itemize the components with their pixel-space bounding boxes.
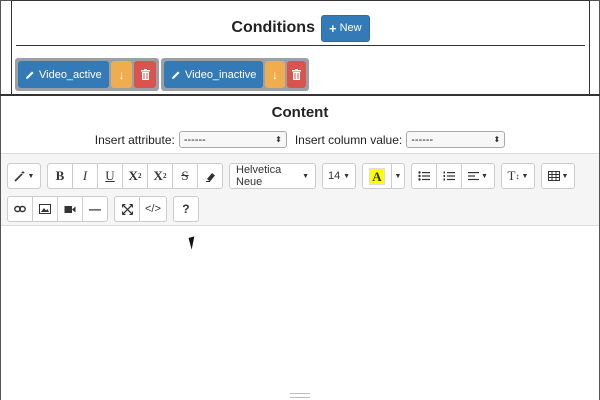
- condition-item: Video_inactive ↓: [161, 58, 309, 91]
- section-divider: [0, 94, 600, 96]
- resize-handle[interactable]: [290, 393, 310, 398]
- fullscreen-button[interactable]: [114, 196, 140, 222]
- unordered-list-button[interactable]: [411, 163, 437, 189]
- pencil-icon: [26, 71, 34, 79]
- picture-button[interactable]: [32, 196, 58, 222]
- eraser-button[interactable]: [197, 163, 223, 189]
- superscript-button[interactable]: X2: [122, 163, 148, 189]
- list-ul-icon: [418, 171, 430, 181]
- magic-icon: [13, 170, 25, 182]
- pencil-icon: [172, 71, 180, 79]
- condition-label: Video_active: [39, 68, 102, 81]
- superscript-label: X: [128, 168, 138, 183]
- delete-condition-button[interactable]: [286, 61, 306, 88]
- ordered-list-button[interactable]: [436, 163, 462, 189]
- delete-condition-button[interactable]: [134, 61, 156, 88]
- content-title: Content: [271, 104, 329, 121]
- help-button[interactable]: ?: [172, 196, 199, 222]
- minus-icon: —: [89, 202, 101, 216]
- eraser-icon: [205, 172, 215, 182]
- updown-icon: ⬍: [493, 135, 501, 144]
- underline-button[interactable]: U: [97, 163, 123, 189]
- code-icon: </>: [145, 203, 161, 215]
- caret-icon: ▼: [521, 172, 529, 180]
- trash-icon: [291, 69, 301, 80]
- list-group: ▼: [411, 163, 495, 189]
- subscript-label: X: [153, 168, 163, 183]
- table-icon: [547, 171, 560, 181]
- arrow-down-icon: ↓: [272, 67, 279, 82]
- move-down-button[interactable]: ↓: [265, 61, 285, 88]
- arrow-down-icon: ↓: [118, 67, 125, 82]
- conditions-panel: Conditions + New Video_active ↓ Video_in…: [11, 0, 590, 94]
- line-height-label: T: [507, 168, 516, 183]
- updown-icon: ⬍: [275, 135, 282, 144]
- insert-attribute-select[interactable]: ------ ⬍: [178, 131, 287, 148]
- new-condition-button[interactable]: + New: [320, 14, 370, 42]
- bold-button[interactable]: B: [47, 163, 73, 189]
- font-size-value: 14: [328, 170, 341, 182]
- fullscreen-icon: [121, 203, 133, 215]
- italic-button[interactable]: I: [72, 163, 98, 189]
- line-height-dropdown[interactable]: T ↕ ▼: [501, 163, 535, 189]
- font-size-dropdown[interactable]: 14 ▼: [322, 163, 356, 189]
- editor-area[interactable]: [1, 227, 599, 400]
- insert-attribute-value: ------: [183, 133, 206, 146]
- insert-column-label: Insert column value:: [294, 132, 403, 147]
- picture-icon: [39, 204, 51, 214]
- insert-column-select[interactable]: ------ ⬍: [406, 131, 506, 148]
- style-group: ▼: [7, 163, 41, 189]
- list-ol-icon: [443, 171, 455, 181]
- condition-item: Video_active ↓: [15, 58, 159, 91]
- link-button[interactable]: [7, 196, 33, 222]
- insert-group: —: [7, 196, 108, 222]
- color-dropdown[interactable]: ▼: [391, 163, 405, 189]
- caret-icon: ▼: [343, 172, 350, 180]
- subscript-button[interactable]: X2: [147, 163, 173, 189]
- conditions-divider: [16, 45, 585, 46]
- view-group: </>: [114, 196, 167, 222]
- video-button[interactable]: [57, 196, 83, 222]
- text-color-button[interactable]: A: [362, 163, 392, 189]
- line-height-group: T ↕ ▼: [501, 163, 535, 189]
- color-letter: A: [369, 167, 385, 185]
- help-group: ?: [172, 196, 199, 222]
- font-name-group: Helvetica Neue ▼: [229, 163, 316, 189]
- edit-condition-button[interactable]: Video_inactive: [164, 61, 264, 88]
- caret-icon: ▼: [394, 172, 402, 180]
- link-icon: [14, 205, 26, 213]
- insert-row: Insert attribute: ------ ⬍ Insert column…: [0, 131, 600, 148]
- editor-toolbar: ▼ B I U X2 X2 S Helvetica Neue ▼ 14 ▼ A …: [1, 153, 599, 226]
- conditions-header: Conditions + New: [12, 13, 589, 43]
- edit-condition-button[interactable]: Video_active: [18, 61, 109, 88]
- strikethrough-button[interactable]: S: [172, 163, 198, 189]
- font-size-group: 14 ▼: [322, 163, 356, 189]
- toolbar-row: — </> ?: [7, 196, 205, 222]
- insert-column-value: ------: [411, 133, 434, 146]
- font-name-dropdown[interactable]: Helvetica Neue ▼: [229, 163, 316, 189]
- caret-icon: ▼: [302, 172, 309, 180]
- color-group: A ▼: [362, 163, 405, 189]
- horizontal-rule-button[interactable]: —: [82, 196, 108, 222]
- toolbar-row: ▼ B I U X2 X2 S Helvetica Neue ▼ 14 ▼ A …: [7, 163, 581, 189]
- code-view-button[interactable]: </>: [139, 196, 167, 222]
- table-group: ▼: [541, 163, 575, 189]
- paragraph-align-dropdown[interactable]: ▼: [461, 163, 495, 189]
- align-left-icon: [468, 172, 480, 181]
- conditions-title: Conditions: [231, 19, 315, 36]
- trash-icon: [140, 69, 150, 80]
- caret-icon: ▼: [27, 172, 35, 180]
- font-style-group: B I U X2 X2 S: [47, 163, 223, 189]
- style-dropdown[interactable]: ▼: [7, 163, 41, 189]
- insert-attribute-label: Insert attribute:: [94, 132, 175, 147]
- plus-icon: +: [328, 20, 337, 36]
- table-dropdown[interactable]: ▼: [541, 163, 575, 189]
- video-icon: [64, 205, 76, 213]
- caret-icon: ▼: [481, 172, 488, 180]
- condition-label: Video_inactive: [185, 68, 257, 81]
- font-name-value: Helvetica Neue: [236, 164, 282, 188]
- new-label: New: [339, 22, 362, 34]
- caret-icon: ▼: [561, 172, 569, 180]
- move-down-button[interactable]: ↓: [110, 61, 133, 88]
